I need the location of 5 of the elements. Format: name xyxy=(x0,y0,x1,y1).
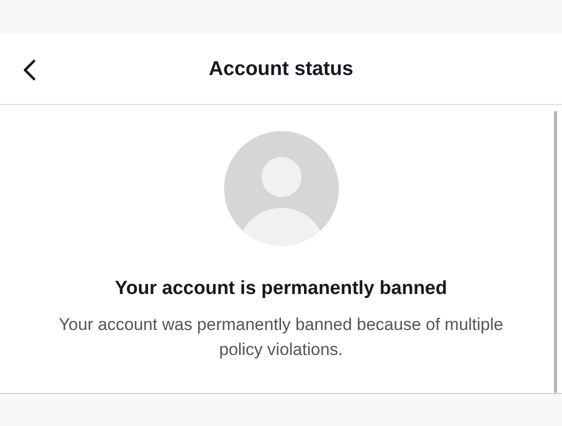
page-title: Account status xyxy=(208,57,354,82)
status-heading: Your account is permanently banned xyxy=(114,277,448,301)
status-description: Your account was permanently banned because of multiple policy violations. xyxy=(58,314,504,360)
back-icon xyxy=(22,59,36,81)
avatar-icon xyxy=(224,131,338,246)
